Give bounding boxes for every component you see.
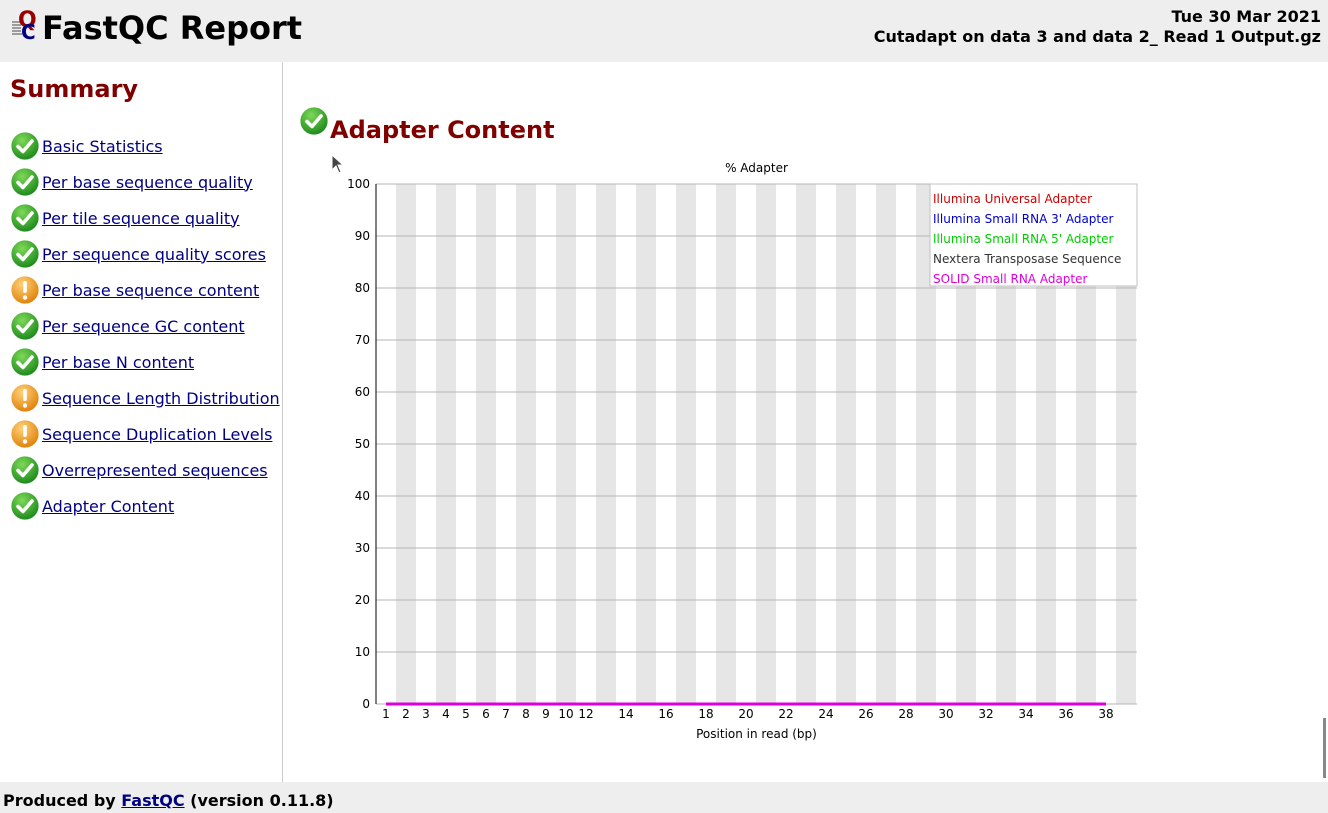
x-tick-label: 38: [1098, 707, 1113, 721]
chart-title: % Adapter: [725, 161, 788, 175]
y-tick-label: 90: [355, 229, 370, 243]
x-tick-label: 8: [522, 707, 530, 721]
fastqc-link[interactable]: FastQC: [121, 791, 184, 810]
x-axis-label: Position in read (bp): [696, 727, 817, 741]
x-tick-label: 28: [898, 707, 913, 721]
x-tick-label: 16: [658, 707, 673, 721]
scrollbar-thumb[interactable]: [1323, 718, 1326, 778]
x-tick-label: 34: [1018, 707, 1033, 721]
y-tick-label: 50: [355, 437, 370, 451]
x-tick-label: 3: [422, 707, 430, 721]
x-tick-label: 5: [462, 707, 470, 721]
y-tick-label: 60: [355, 385, 370, 399]
x-tick-label: 18: [698, 707, 713, 721]
x-tick-label: 10: [558, 707, 573, 721]
x-tick-label: 26: [858, 707, 873, 721]
x-tick-label: 32: [978, 707, 993, 721]
mouse-cursor-icon: [331, 154, 345, 174]
legend-entry: Illumina Small RNA 5' Adapter: [933, 232, 1114, 246]
legend-entry: Nextera Transposase Sequence: [933, 252, 1121, 266]
x-tick-label: 6: [482, 707, 490, 721]
report-footer: Produced by FastQC (version 0.11.8): [0, 782, 1328, 813]
y-tick-label: 70: [355, 333, 370, 347]
y-tick-label: 80: [355, 281, 370, 295]
y-tick-label: 30: [355, 541, 370, 555]
footer-version: (version 0.11.8): [190, 791, 334, 810]
y-tick-label: 20: [355, 593, 370, 607]
x-tick-label: 20: [738, 707, 753, 721]
y-tick-label: 40: [355, 489, 370, 503]
adapter-content-chart: 01020304050607080901001 2 3 4 5 6 7 8 9 10 12 14 16 1…: [347, 161, 1138, 741]
footer-prefix: Produced by: [3, 791, 116, 810]
x-tick-label: 36: [1058, 707, 1073, 721]
x-tick-label: 12: [578, 707, 593, 721]
legend-entry: Illumina Small RNA 3' Adapter: [933, 212, 1114, 226]
x-tick-label: 2: [402, 707, 410, 721]
y-tick-label: 100: [347, 177, 370, 191]
y-tick-label: 0: [362, 697, 370, 711]
legend-entry: Illumina Universal Adapter: [933, 192, 1092, 206]
y-tick-label: 10: [355, 645, 370, 659]
x-tick-label: 4: [442, 707, 450, 721]
x-tick-label: 22: [778, 707, 793, 721]
x-tick-label: 7: [502, 707, 510, 721]
x-tick-label: 30: [938, 707, 953, 721]
x-tick-label: 1: [382, 707, 390, 721]
x-tick-label: 14: [618, 707, 633, 721]
x-tick-label: 9: [542, 707, 550, 721]
x-tick-label: 24: [818, 707, 833, 721]
footer-text: Produced by FastQC (version 0.11.8): [3, 791, 334, 810]
legend-entry: SOLID Small RNA Adapter: [933, 272, 1087, 286]
